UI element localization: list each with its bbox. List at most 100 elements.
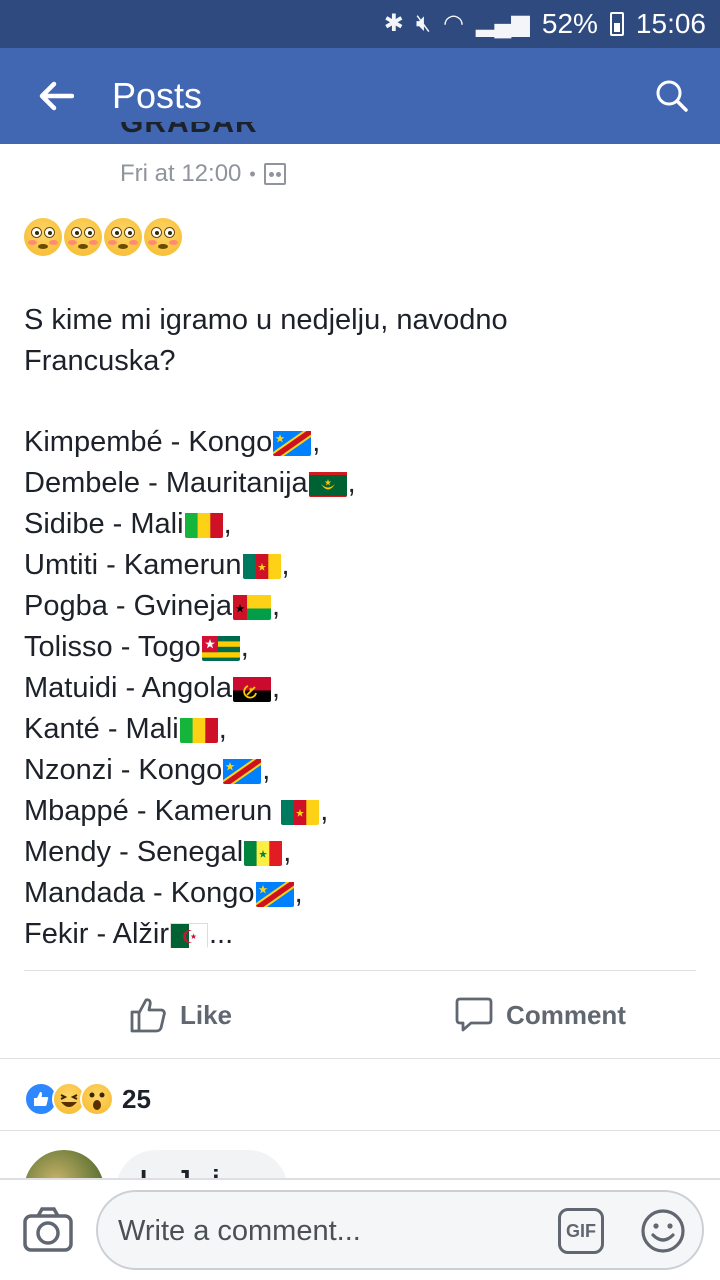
player-line: Dembele - Mauritanija,: [24, 463, 356, 504]
post-question-text: S kime mi igramo u nedjelju, navodno Fra…: [24, 304, 508, 377]
flag-ml-icon: [184, 511, 223, 538]
thumbs-up-icon: [130, 998, 166, 1033]
like-button[interactable]: Like: [0, 972, 360, 1058]
flag-sn-icon: [244, 839, 283, 866]
line-suffix: ,: [294, 877, 303, 909]
comment-bubble-icon: [455, 997, 493, 1032]
line-suffix: ,: [281, 549, 290, 581]
player-text: Pogba - Gvineja: [24, 590, 232, 622]
comment-input-wrapper[interactable]: GIF: [96, 1190, 704, 1270]
clock: 15:06: [635, 8, 706, 39]
bluetooth-icon: ✱: [383, 10, 404, 37]
flushed-face-icon: [64, 218, 102, 256]
camera-icon: [23, 1207, 73, 1252]
reaction-count: 25: [122, 1083, 151, 1114]
flushed-emoji-row: [24, 218, 182, 256]
line-suffix: ,: [223, 508, 232, 540]
flag-ao-icon: [232, 675, 271, 702]
page-title: Posts: [112, 75, 203, 116]
line-suffix: ,: [312, 426, 321, 458]
player-line: Umtiti - Kamerun,: [24, 545, 356, 586]
divider: [0, 1130, 720, 1131]
flag-cd-icon: [273, 429, 312, 456]
mute-icon: 🔇︎: [415, 10, 431, 37]
player-text: Kimpembé - Kongo: [24, 426, 273, 458]
flag-dz-icon: [170, 921, 208, 948]
search-button[interactable]: [624, 48, 720, 144]
app-bar: Posts: [0, 48, 720, 144]
player-text: Tolisso - Togo: [24, 631, 201, 663]
player-text: Matuidi - Angola: [24, 672, 232, 704]
smiley-icon: [641, 1209, 685, 1253]
flag-cm-icon: [242, 552, 281, 579]
line-suffix: ...: [209, 918, 234, 950]
line-suffix: ,: [271, 590, 281, 622]
flag-cd-icon: [223, 757, 262, 784]
player-line: Nzonzi - Kongo,: [24, 750, 356, 791]
comment-bubble[interactable]: I... J...i...: [116, 1150, 288, 1178]
commenter-name: I... J...i...: [140, 1164, 241, 1178]
comment-button[interactable]: Comment: [360, 972, 720, 1058]
player-text: Umtiti - Kamerun: [24, 549, 242, 581]
post-action-bar: Like Comment: [0, 972, 720, 1058]
line-suffix: ,: [347, 467, 356, 499]
like-label: Like: [179, 999, 233, 1030]
divider: [24, 970, 696, 971]
line-suffix: ,: [283, 836, 292, 868]
flushed-face-icon: [104, 218, 142, 256]
back-button[interactable]: [0, 48, 112, 144]
player-text: Mandada - Kongo: [24, 877, 255, 909]
line-suffix: ,: [271, 672, 281, 704]
flag-cd-icon: [255, 880, 294, 907]
flushed-face-icon: [144, 218, 182, 256]
divider: [0, 1058, 720, 1059]
flag-tg-icon: [201, 634, 240, 661]
flag-mr-icon: [308, 470, 347, 497]
post-meta: Fri at 12:00 •: [120, 160, 286, 188]
flag-cm-icon: [281, 798, 320, 825]
player-line: Mandada - Kongo,: [24, 873, 356, 914]
battery-icon: [609, 12, 624, 36]
wow-reaction-icon: [80, 1082, 114, 1116]
post-timestamp[interactable]: Fri at 12:00: [120, 160, 241, 188]
gif-label: GIF: [566, 1220, 596, 1241]
comment-label: Comment: [506, 999, 626, 1030]
battery-percent: 52%: [541, 8, 598, 39]
player-text: Dembele - Mauritanija: [24, 467, 308, 499]
status-bar: ✱ 🔇︎ ◠ ▂▄▆ 52% 15:06: [0, 0, 720, 48]
line-suffix: ,: [262, 754, 271, 786]
line-suffix: ,: [218, 713, 227, 745]
signal-icon: ▂▄▆: [475, 10, 530, 37]
comment-composer: GIF: [0, 1178, 720, 1280]
flag-ml-icon: [179, 716, 218, 743]
player-line: Matuidi - Angola,: [24, 668, 356, 709]
camera-button[interactable]: [22, 1204, 74, 1256]
player-line: Sidibe - Mali,: [24, 504, 356, 545]
meta-separator: •: [249, 163, 256, 184]
flag-gw-icon: [232, 593, 271, 620]
avatar[interactable]: [24, 1150, 104, 1178]
player-text: Fekir - Alžir: [24, 918, 169, 950]
player-text: Mbappé - Kamerun: [24, 795, 273, 827]
player-text: Mendy - Senegal: [24, 836, 244, 868]
wifi-icon: ◠: [443, 10, 464, 37]
player-line: Kanté - Mali,: [24, 709, 356, 750]
player-text: Kanté - Mali: [24, 713, 179, 745]
player-line: Mbappé - Kamerun,: [24, 791, 356, 832]
search-icon: [656, 80, 688, 112]
flushed-face-icon: [24, 218, 62, 256]
player-line: Mendy - Senegal,: [24, 832, 356, 873]
friends-audience-icon: [263, 163, 286, 185]
player-line: Fekir - Alžir...: [24, 914, 356, 955]
post-author-name[interactable]: GRABAR: [120, 122, 258, 140]
reactions-summary[interactable]: 25: [24, 1082, 151, 1116]
emoji-button[interactable]: [640, 1208, 686, 1254]
player-line: Kimpembé - Kongo,: [24, 422, 356, 463]
comment-preview[interactable]: I... J...i...: [0, 1132, 720, 1178]
back-arrow-icon: [39, 81, 74, 111]
post-author-clipped[interactable]: GRABAR: [120, 122, 258, 152]
line-suffix: ,: [320, 795, 329, 827]
player-line: Tolisso - Togo,: [24, 627, 356, 668]
gif-button[interactable]: GIF: [558, 1208, 604, 1254]
comment-input[interactable]: [118, 1206, 538, 1256]
